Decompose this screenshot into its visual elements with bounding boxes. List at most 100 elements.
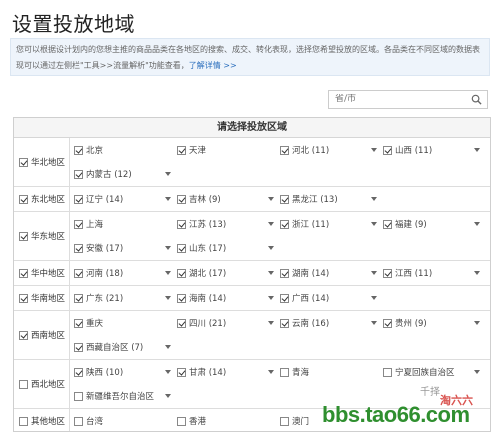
- province-checkbox[interactable]: [74, 367, 83, 377]
- province-option[interactable]: 西藏自治区 (7): [74, 335, 177, 359]
- province-checkbox[interactable]: [280, 145, 289, 155]
- province-checkbox[interactable]: [177, 243, 186, 253]
- province-option[interactable]: 海南 (14): [177, 286, 280, 310]
- province-checkbox[interactable]: [177, 194, 186, 204]
- province-checkbox[interactable]: [383, 145, 392, 155]
- province-option[interactable]: 宁夏回族自治区: [383, 360, 486, 384]
- checkbox[interactable]: [19, 231, 28, 241]
- province-option[interactable]: 青海: [280, 360, 383, 384]
- expand-caret-icon[interactable]: [371, 222, 377, 226]
- checkbox[interactable]: [19, 194, 28, 204]
- province-checkbox[interactable]: [74, 416, 83, 426]
- region-checkbox[interactable]: 华北地区: [14, 138, 70, 186]
- province-option[interactable]: 北京: [74, 138, 177, 162]
- province-option[interactable]: 重庆: [74, 311, 177, 335]
- province-checkbox[interactable]: [383, 268, 392, 278]
- expand-caret-icon[interactable]: [371, 148, 377, 152]
- province-option[interactable]: 湖北 (17): [177, 261, 280, 285]
- expand-caret-icon[interactable]: [268, 246, 274, 250]
- expand-caret-icon[interactable]: [371, 296, 377, 300]
- province-option[interactable]: 云南 (16): [280, 311, 383, 335]
- checkbox[interactable]: [19, 268, 28, 278]
- province-checkbox[interactable]: [280, 219, 289, 229]
- checkbox[interactable]: [19, 157, 28, 167]
- province-option[interactable]: 山西 (11): [383, 138, 486, 162]
- expand-caret-icon[interactable]: [165, 296, 171, 300]
- province-checkbox[interactable]: [74, 145, 83, 155]
- province-checkbox[interactable]: [177, 145, 186, 155]
- expand-caret-icon[interactable]: [268, 296, 274, 300]
- province-checkbox[interactable]: [177, 268, 186, 278]
- province-option[interactable]: 河北 (11): [280, 138, 383, 162]
- province-checkbox[interactable]: [383, 219, 392, 229]
- expand-caret-icon[interactable]: [474, 370, 480, 374]
- expand-caret-icon[interactable]: [165, 271, 171, 275]
- search-icon[interactable]: [471, 94, 482, 105]
- expand-caret-icon[interactable]: [268, 370, 274, 374]
- province-option[interactable]: 香港: [177, 409, 280, 431]
- expand-caret-icon[interactable]: [165, 172, 171, 176]
- expand-caret-icon[interactable]: [268, 222, 274, 226]
- province-checkbox[interactable]: [74, 391, 83, 401]
- province-checkbox[interactable]: [280, 194, 289, 204]
- province-option[interactable]: 安徽 (17): [74, 236, 177, 260]
- province-option[interactable]: 广西 (14): [280, 286, 383, 310]
- expand-caret-icon[interactable]: [474, 271, 480, 275]
- province-option[interactable]: 四川 (21): [177, 311, 280, 335]
- province-search[interactable]: [328, 90, 488, 109]
- province-checkbox[interactable]: [280, 268, 289, 278]
- expand-caret-icon[interactable]: [371, 271, 377, 275]
- province-checkbox[interactable]: [177, 318, 186, 328]
- province-option[interactable]: 浙江 (11): [280, 212, 383, 236]
- province-checkbox[interactable]: [74, 318, 83, 328]
- region-checkbox[interactable]: 东北地区: [14, 187, 70, 211]
- province-checkbox[interactable]: [177, 293, 186, 303]
- search-input[interactable]: [335, 94, 465, 104]
- expand-caret-icon[interactable]: [474, 222, 480, 226]
- province-option[interactable]: 河南 (18): [74, 261, 177, 285]
- province-option[interactable]: 山东 (17): [177, 236, 280, 260]
- province-checkbox[interactable]: [177, 367, 186, 377]
- province-option[interactable]: 吉林 (9): [177, 187, 280, 211]
- province-option[interactable]: 陕西 (10): [74, 360, 177, 384]
- province-option[interactable]: 湖南 (14): [280, 261, 383, 285]
- province-checkbox[interactable]: [74, 293, 83, 303]
- province-option[interactable]: 甘肃 (14): [177, 360, 280, 384]
- province-checkbox[interactable]: [74, 169, 83, 179]
- expand-caret-icon[interactable]: [371, 321, 377, 325]
- province-checkbox[interactable]: [383, 367, 392, 377]
- province-checkbox[interactable]: [74, 342, 83, 352]
- province-option[interactable]: 福建 (9): [383, 212, 486, 236]
- expand-caret-icon[interactable]: [165, 345, 171, 349]
- expand-caret-icon[interactable]: [474, 148, 480, 152]
- province-checkbox[interactable]: [280, 318, 289, 328]
- expand-caret-icon[interactable]: [165, 197, 171, 201]
- province-checkbox[interactable]: [74, 268, 83, 278]
- province-option[interactable]: 贵州 (9): [383, 311, 486, 335]
- province-option[interactable]: 新疆维吾尔自治区: [74, 384, 177, 408]
- expand-caret-icon[interactable]: [268, 271, 274, 275]
- province-option[interactable]: 台湾: [74, 409, 177, 431]
- province-checkbox[interactable]: [280, 367, 289, 377]
- province-checkbox[interactable]: [74, 243, 83, 253]
- province-option[interactable]: 上海: [74, 212, 177, 236]
- region-checkbox[interactable]: 其他地区: [14, 409, 70, 431]
- province-option[interactable]: 广东 (21): [74, 286, 177, 310]
- checkbox[interactable]: [19, 416, 28, 426]
- province-option[interactable]: 内蒙古 (12): [74, 162, 177, 186]
- expand-caret-icon[interactable]: [165, 246, 171, 250]
- province-checkbox[interactable]: [280, 293, 289, 303]
- expand-caret-icon[interactable]: [371, 197, 377, 201]
- province-option[interactable]: 江西 (11): [383, 261, 486, 285]
- province-option[interactable]: 江苏 (13): [177, 212, 280, 236]
- region-checkbox[interactable]: 华中地区: [14, 261, 70, 285]
- province-checkbox[interactable]: [280, 416, 289, 426]
- province-checkbox[interactable]: [74, 219, 83, 229]
- expand-caret-icon[interactable]: [474, 321, 480, 325]
- province-option[interactable]: 辽宁 (14): [74, 187, 177, 211]
- region-checkbox[interactable]: 华南地区: [14, 286, 70, 310]
- province-checkbox[interactable]: [74, 194, 83, 204]
- province-checkbox[interactable]: [383, 318, 392, 328]
- checkbox[interactable]: [19, 293, 28, 303]
- region-checkbox[interactable]: 华东地区: [14, 212, 70, 260]
